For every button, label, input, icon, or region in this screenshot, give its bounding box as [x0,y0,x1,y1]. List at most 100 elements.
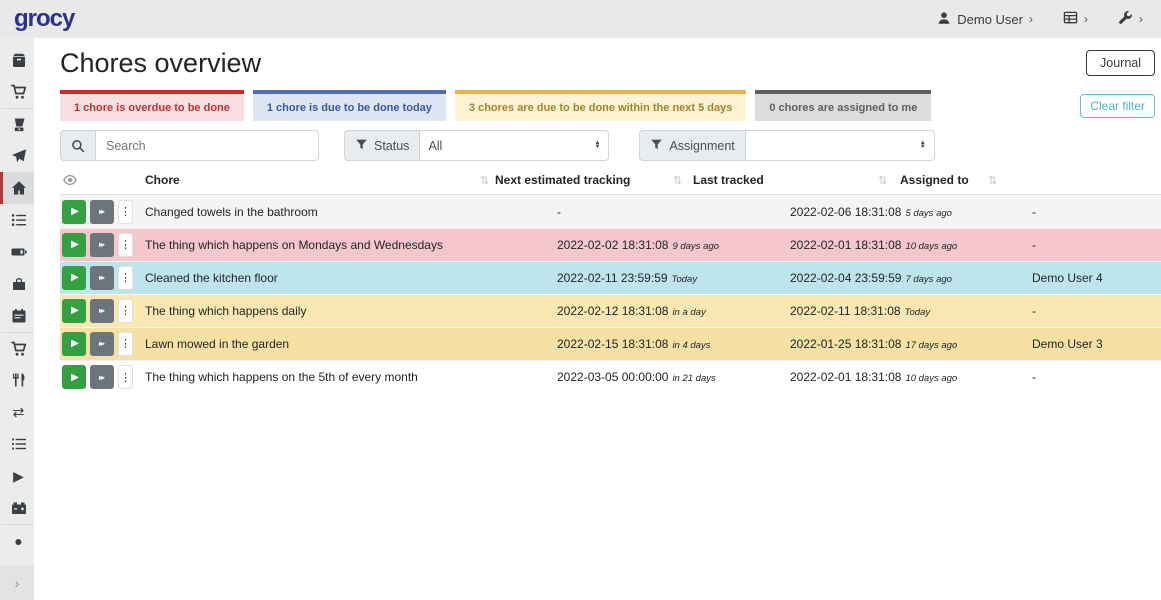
sidebar-item-tasks[interactable] [0,204,34,236]
chores-table: Chore ⇅ Next estimated tracking ⇅ Last t… [60,171,1161,393]
sidebar-item-consume[interactable] [0,364,34,396]
sidebar-item-chore-tracking[interactable]: ▶ [0,460,34,492]
assigned-to: - [1032,303,1036,318]
sidebar-item-batteries-overview[interactable] [0,236,34,268]
skip-chore-button[interactable]: ▸▸ [90,199,114,224]
select-arrows-icon: ▲ ▼ [594,139,601,150]
table-row: ▶ ▸▸ ⋮ Cleaned the kitchen floor 2022-02… [60,261,1161,294]
next-tracking-date: 2022-02-12 18:31:08 [557,303,669,318]
master-data-menu[interactable]: › [1063,10,1088,28]
column-header-next-tracking[interactable]: Next estimated tracking [495,173,630,187]
filter-funnel-icon [650,138,663,154]
row-menu-button[interactable]: ⋮ [118,265,133,290]
badge-due-today[interactable]: 1 chore is due to be done today [252,90,446,121]
sidebar-item-chores-overview[interactable] [0,172,34,204]
next-tracking-date: 2022-02-15 18:31:08 [557,336,669,351]
sort-icon[interactable]: ⇅ [878,174,887,187]
sidebar-item-settings[interactable]: ● [0,524,34,556]
top-navbar: grocy Demo User › › › [0,0,1161,38]
sidebar-item-stock-overview[interactable] [0,44,34,76]
sidebar-item-calendar[interactable] [0,300,34,332]
play-icon: ▶ [71,305,79,316]
last-tracked-date: 2022-01-25 18:31:08 [790,336,902,351]
page-title: Chores overview [60,48,262,78]
sort-icon[interactable]: ⇅ [988,174,997,187]
sidebar-item-shopping-list[interactable] [0,76,34,108]
last-tracked-relative: 10 days ago [905,373,958,384]
vertical-ellipsis-icon: ⋮ [120,371,131,384]
clear-filter-button[interactable]: Clear filter [1080,93,1155,118]
main-content: Chores overview Journal 1 chore is overd… [34,38,1161,600]
next-tracking-relative: 9 days ago [672,240,719,252]
next-tracking-relative: Today [671,273,698,285]
track-chore-button[interactable]: ▶ [62,331,86,356]
sidebar-item-recipes[interactable] [0,108,34,140]
vertical-ellipsis-icon: ⋮ [120,305,131,317]
row-menu-button[interactable]: ⋮ [118,365,133,389]
next-tracking-date: 2022-02-11 23:59:59 [557,270,668,285]
settings-menu[interactable]: › [1118,10,1143,28]
table-header-row: Chore ⇅ Next estimated tracking ⇅ Last t… [60,171,1161,195]
battery-icon [11,244,27,260]
assignment-select[interactable]: ▲ ▼ [744,130,935,161]
last-tracked-date: 2022-02-04 23:59:59 [790,270,902,285]
chevron-right-icon: › [1029,12,1033,26]
play-icon: ▶ [13,468,24,484]
journal-button[interactable]: Journal [1086,50,1155,76]
column-header-chore[interactable]: Chore [145,173,180,187]
sidebar-item-battery-tracking[interactable] [0,492,34,524]
chore-name: The thing which happens on Mondays and W… [145,237,443,252]
fast-forward-icon: ▸▸ [98,273,105,282]
fast-forward-icon: ▸▸ [98,207,105,216]
badge-due-soon[interactable]: 3 chores are due to be done within the n… [454,90,747,121]
list-icon [11,436,27,452]
home-icon [11,180,27,196]
track-chore-button[interactable]: ▶ [62,199,86,224]
chore-name: Lawn mowed in the garden [145,336,290,351]
sidebar-item-purchase[interactable] [0,332,34,364]
row-menu-button[interactable]: ⋮ [118,298,133,323]
box-icon [11,52,27,68]
next-tracking-date: 2022-03-05 00:00:00 [557,370,669,384]
user-menu[interactable]: Demo User › [937,11,1033,28]
grocy-logo: grocy [14,5,75,32]
status-select[interactable]: All ▲ ▼ [419,130,610,161]
column-header-assigned-to[interactable]: Assigned to [900,173,969,187]
skip-chore-button[interactable]: ▸▸ [90,265,114,290]
sidebar-collapse-toggle[interactable]: › [0,565,34,600]
last-tracked-date: 2022-02-06 18:31:08 [790,204,902,219]
sidebar-item-meal-plan[interactable] [0,140,34,172]
car-battery-icon [11,500,27,516]
skip-chore-button[interactable]: ▸▸ [90,232,114,257]
calendar-icon [11,308,27,324]
track-chore-button[interactable]: ▶ [62,265,86,290]
sort-icon[interactable]: ⇅ [480,174,489,187]
track-chore-button[interactable]: ▶ [62,365,86,389]
sidebar-item-inventory[interactable] [0,428,34,460]
sort-icon[interactable]: ⇅ [673,174,682,187]
badge-overdue[interactable]: 1 chore is overdue to be done [60,90,244,121]
last-tracked-date: 2022-02-01 18:31:08 [790,237,902,252]
chevron-right-icon: › [1084,12,1088,26]
chore-name: The thing which happens daily [145,303,307,318]
track-chore-button[interactable]: ▶ [62,232,86,257]
search-input[interactable] [95,130,319,161]
sidebar-item-transfer[interactable]: ⇄ [0,396,34,428]
column-header-last-tracked[interactable]: Last tracked [693,173,764,187]
table-row: ▶ ▸▸ ⋮ Changed towels in the bathroom - … [60,195,1161,228]
toolbox-icon [11,276,27,292]
vertical-ellipsis-icon: ⋮ [120,206,131,218]
chevron-right-icon: › [14,574,20,591]
track-chore-button[interactable]: ▶ [62,298,86,323]
select-arrows-icon: ▲ ▼ [919,139,926,150]
filter-funnel-icon [355,138,368,154]
sidebar-item-equipment[interactable] [0,268,34,300]
row-menu-button[interactable]: ⋮ [118,331,133,356]
row-menu-button[interactable]: ⋮ [118,232,133,257]
skip-chore-button[interactable]: ▸▸ [90,331,114,356]
row-menu-button[interactable]: ⋮ [118,199,133,224]
skip-chore-button[interactable]: ▸▸ [90,298,114,323]
skip-chore-button[interactable]: ▸▸ [90,365,114,389]
next-tracking-date: - [557,204,561,219]
badge-assigned-me[interactable]: 0 chores are assigned to me [755,90,932,121]
